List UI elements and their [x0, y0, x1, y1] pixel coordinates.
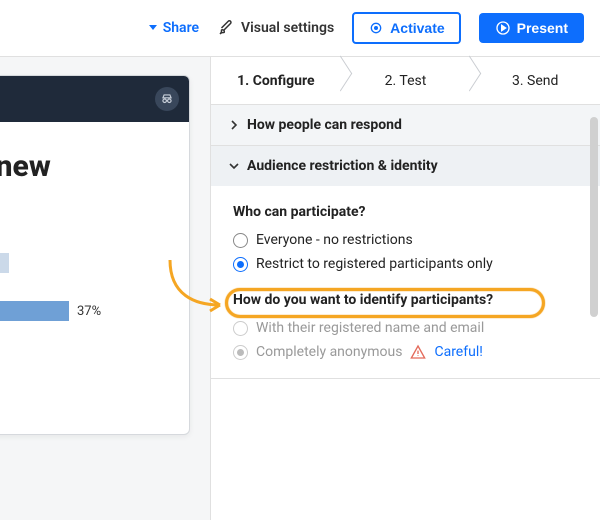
accordion-header-how-respond[interactable]: How people can respond: [211, 105, 600, 145]
radio-label: Everyone - no restrictions: [256, 232, 413, 248]
bar-row: [0, 253, 189, 273]
share-menu[interactable]: Share: [149, 20, 199, 36]
radio-icon: [233, 345, 248, 360]
slide-preview[interactable]: g new 37%: [0, 75, 190, 435]
visual-settings-label: Visual settings: [241, 20, 334, 36]
slide-title-fragment: g new: [0, 122, 189, 183]
step-label: 3. Send: [512, 73, 558, 89]
accordion-item-audience: Audience restriction & identity Who can …: [211, 146, 600, 379]
bar-row: 37%: [0, 301, 189, 321]
bar-percent-label: 37%: [77, 304, 101, 319]
radio-restrict[interactable]: Restrict to registered participants only: [233, 252, 578, 276]
caret-down-icon: [149, 25, 157, 30]
radio-label: Restrict to registered participants only: [256, 256, 493, 272]
accordion-item-how-respond: How people can respond: [211, 105, 600, 146]
step-tabs: 1. Configure 2. Test 3. Send: [211, 57, 600, 105]
question-identify: How do you want to identify participants…: [233, 292, 578, 308]
panel-scrollbar[interactable]: [590, 117, 598, 317]
acc-title: How people can respond: [247, 117, 402, 133]
careful-link[interactable]: Careful!: [434, 344, 482, 360]
radio-everyone[interactable]: Everyone - no restrictions: [233, 228, 578, 252]
brush-icon: [217, 19, 235, 37]
step-test[interactable]: 2. Test: [341, 57, 471, 104]
step-configure[interactable]: 1. Configure: [211, 57, 341, 104]
bar-chart: 37%: [0, 253, 189, 321]
present-button[interactable]: Present: [479, 13, 584, 43]
slide-canvas: g new 37%: [0, 56, 210, 520]
radio-label: With their registered name and email: [256, 320, 484, 336]
activate-button[interactable]: Activate: [352, 12, 460, 44]
radio-anonymous[interactable]: Completely anonymous Careful!: [233, 340, 578, 364]
step-label: 1. Configure: [237, 73, 314, 89]
step-label: 2. Test: [385, 73, 427, 89]
question-participate: Who can participate?: [233, 204, 578, 220]
accordion-header-audience[interactable]: Audience restriction & identity: [211, 146, 600, 186]
accordion-body-audience: Who can participate? Everyone - no restr…: [211, 186, 600, 378]
radio-name-email[interactable]: With their registered name and email: [233, 316, 578, 340]
activate-label: Activate: [390, 20, 444, 36]
config-panel: 1. Configure 2. Test 3. Send How people …: [210, 56, 600, 520]
warning-icon: [410, 344, 426, 360]
play-circle-icon: [495, 20, 511, 36]
radio-icon: [233, 321, 248, 336]
visual-settings-button[interactable]: Visual settings: [217, 19, 334, 37]
radio-icon: [233, 257, 248, 272]
chevron-down-icon: [229, 161, 239, 171]
radio-label: Completely anonymous: [256, 344, 402, 360]
radio-icon: [233, 233, 248, 248]
acc-title: Audience restriction & identity: [247, 158, 438, 174]
top-toolbar: Share Visual settings Activate Present: [0, 0, 600, 56]
accordion: How people can respond Audience restrict…: [211, 105, 600, 379]
step-send[interactable]: 3. Send: [470, 57, 600, 104]
share-label: Share: [163, 20, 199, 36]
incognito-icon: [155, 87, 179, 111]
main-area: g new 37% 1. Configure 2. Test 3. Send H…: [0, 56, 600, 520]
broadcast-icon: [368, 20, 384, 36]
slide-header: [0, 76, 189, 122]
present-label: Present: [517, 20, 568, 36]
chevron-right-icon: [229, 120, 239, 130]
